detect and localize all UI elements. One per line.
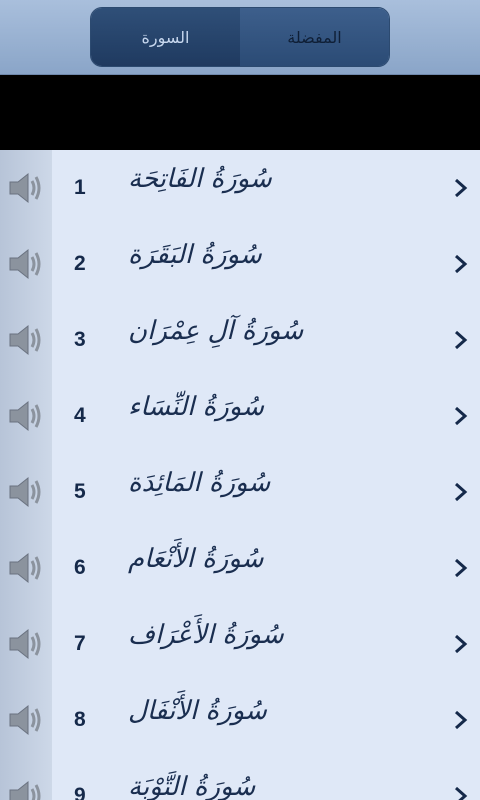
speaker-icon xyxy=(6,322,46,358)
chevron-right-icon xyxy=(455,254,468,274)
list-item[interactable]: 1 سُورَةُ الفَاتِحَة xyxy=(0,150,480,226)
surah-number: 7 xyxy=(74,632,86,655)
chevron-right-icon xyxy=(455,786,468,800)
surah-name: سُورَةُ التَّوْبَة xyxy=(128,772,256,800)
speaker-button[interactable] xyxy=(0,150,52,226)
surah-name: سُورَةُ المَائِدَة xyxy=(128,468,271,498)
speaker-icon xyxy=(6,626,46,662)
surah-name: سُورَةُ البَقَرَة xyxy=(128,240,262,270)
surah-number: 9 xyxy=(74,784,86,800)
list-item[interactable]: 6 سُورَةُ الأَنْعَام xyxy=(0,530,480,606)
speaker-button[interactable] xyxy=(0,454,52,530)
surah-name: سُورَةُ الأَعْرَاف xyxy=(128,620,284,650)
ad-banner-area xyxy=(0,75,480,150)
surah-name: سُورَةُ الفَاتِحَة xyxy=(128,164,272,194)
speaker-icon xyxy=(6,550,46,586)
surah-number: 6 xyxy=(74,556,86,579)
surah-name: سُورَةُ الأَنْفَال xyxy=(128,696,267,726)
list-item[interactable]: 4 سُورَةُ النِّسَاء xyxy=(0,378,480,454)
chevron-right-icon xyxy=(455,634,468,654)
surah-number: 3 xyxy=(74,328,86,351)
list-item[interactable]: 7 سُورَةُ الأَعْرَاف xyxy=(0,606,480,682)
tab-surah[interactable]: السورة xyxy=(91,8,240,66)
chevron-right-icon xyxy=(455,558,468,578)
surah-number: 4 xyxy=(74,404,86,427)
surah-name: سُورَةُ النِّسَاء xyxy=(128,392,264,422)
speaker-icon xyxy=(6,702,46,738)
chevron-right-icon xyxy=(455,482,468,502)
list-item[interactable]: 8 سُورَةُ الأَنْفَال xyxy=(0,682,480,758)
speaker-button[interactable] xyxy=(0,378,52,454)
list-item[interactable]: 3 سُورَةُ آلِ عِمْرَان xyxy=(0,302,480,378)
surah-number: 1 xyxy=(74,176,86,199)
speaker-icon xyxy=(6,246,46,282)
surah-list[interactable]: 1 سُورَةُ الفَاتِحَة 2 سُورَةُ البَقَرَة xyxy=(0,150,480,800)
speaker-icon xyxy=(6,398,46,434)
speaker-button[interactable] xyxy=(0,682,52,758)
segmented-control: السورة المفضلة xyxy=(90,7,390,67)
speaker-button[interactable] xyxy=(0,606,52,682)
surah-number: 2 xyxy=(74,252,86,275)
speaker-icon xyxy=(6,170,46,206)
chevron-right-icon xyxy=(455,406,468,426)
surah-number: 5 xyxy=(74,480,86,503)
speaker-icon xyxy=(6,474,46,510)
speaker-button[interactable] xyxy=(0,758,52,800)
chevron-right-icon xyxy=(455,710,468,730)
top-header: السورة المفضلة xyxy=(0,0,480,75)
speaker-icon xyxy=(6,778,46,800)
speaker-button[interactable] xyxy=(0,226,52,302)
list-item[interactable]: 9 سُورَةُ التَّوْبَة xyxy=(0,758,480,800)
chevron-right-icon xyxy=(455,178,468,198)
speaker-button[interactable] xyxy=(0,530,52,606)
chevron-right-icon xyxy=(455,330,468,350)
surah-name: سُورَةُ آلِ عِمْرَان xyxy=(128,316,304,346)
list-item[interactable]: 2 سُورَةُ البَقَرَة xyxy=(0,226,480,302)
speaker-button[interactable] xyxy=(0,302,52,378)
tab-favorites[interactable]: المفضلة xyxy=(240,8,389,66)
surah-name: سُورَةُ الأَنْعَام xyxy=(128,544,264,574)
list-item[interactable]: 5 سُورَةُ المَائِدَة xyxy=(0,454,480,530)
surah-number: 8 xyxy=(74,708,86,731)
